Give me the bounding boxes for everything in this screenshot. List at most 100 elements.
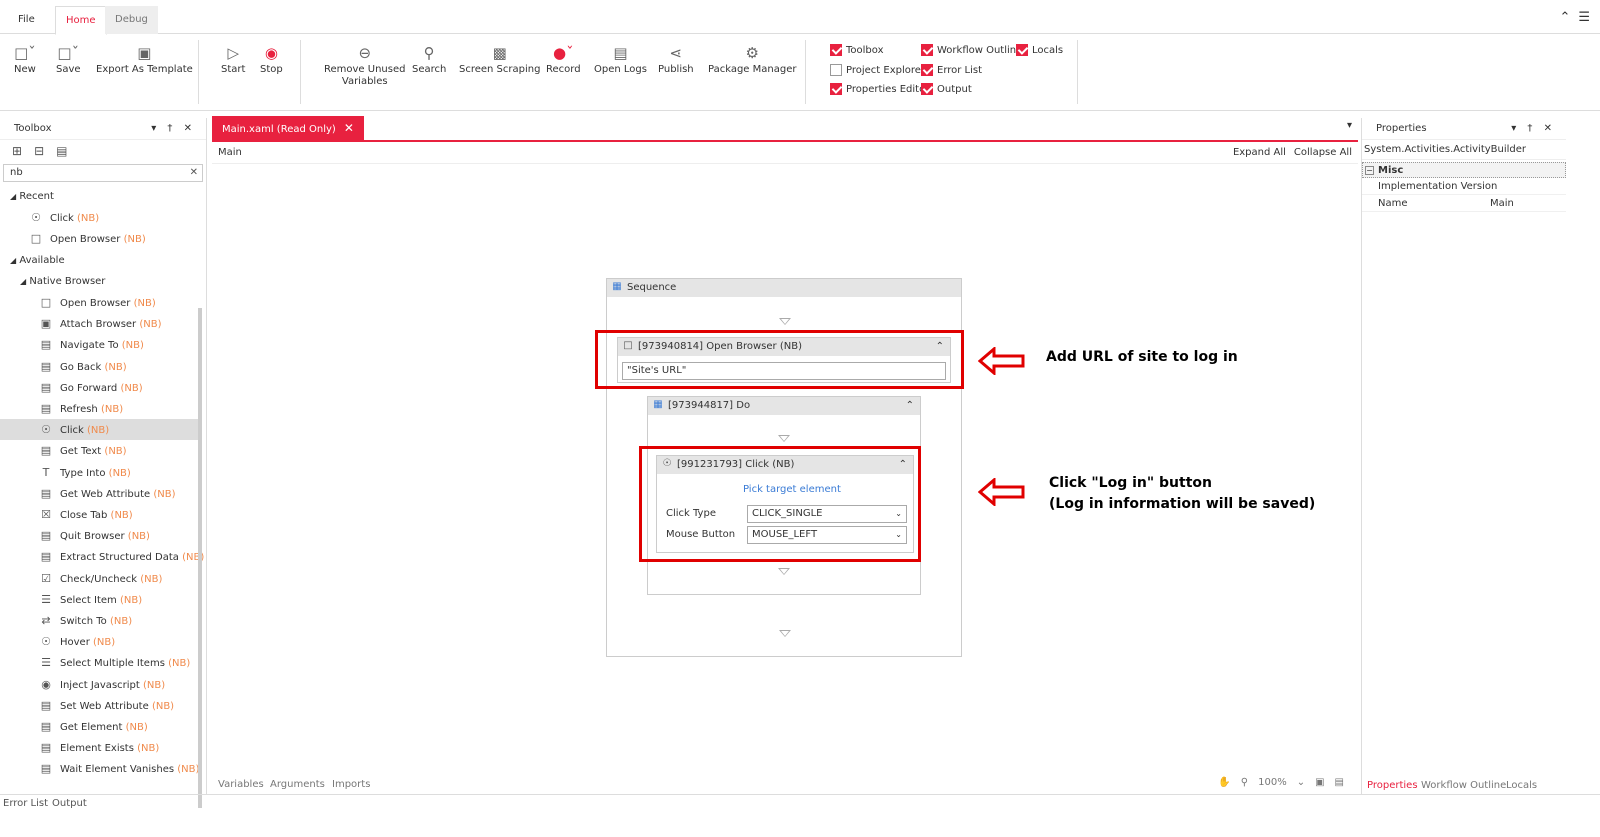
annotation-click-1: Click "Log in" button [1049, 475, 1212, 491]
toolbox-item[interactable]: ▤ Set Web Attribute (NB) [0, 695, 198, 716]
expand-triangle-icon[interactable]: ◢ [10, 256, 16, 265]
tab-main-xaml[interactable]: Main.xaml (Read Only) ✕ [212, 116, 364, 140]
collapse-ribbon-icon[interactable]: ⌃ [1559, 10, 1570, 25]
activity-icon: ☉ [31, 211, 41, 225]
output-tab[interactable]: Output [52, 798, 87, 809]
property-row[interactable]: Name Main [1362, 195, 1566, 212]
toolbox-item[interactable]: ▤ Go Forward (NB) [0, 377, 198, 398]
toolbox-item[interactable]: ⇄ Switch To (NB) [0, 610, 198, 631]
activity-icon: ☒ [41, 508, 51, 521]
new-button[interactable]: □ˇ New [14, 42, 36, 76]
clear-search-icon[interactable]: ✕ [190, 165, 198, 181]
do-header: ▦ [973944817] Do ⌃ [648, 397, 920, 415]
expand-triangle-icon[interactable]: ◢ [10, 192, 16, 201]
activity-icon: ▤ [40, 529, 52, 543]
publish-button[interactable]: ⋖ Publish [658, 42, 694, 76]
toolbox-item[interactable]: ▣ Attach Browser (NB) [0, 313, 198, 334]
tab-properties[interactable]: Properties [1367, 780, 1418, 791]
tab-workflow-outline[interactable]: Workflow Outline [1421, 780, 1506, 791]
search-button[interactable]: ⚲ Search [412, 42, 446, 76]
screen-scraping-button[interactable]: ▩ Screen Scraping [459, 42, 540, 76]
save-button[interactable]: □ˇ Save [56, 42, 81, 76]
toolbox-item[interactable]: ▤ Wait Element Vanishes (NB) [0, 758, 200, 779]
designer-bottom-bar: Variables Arguments Imports ✋ ⚲ 100% ⌄ ▣… [212, 777, 1358, 794]
properties-editor-checkbox[interactable]: Properties Editor [830, 83, 929, 95]
close-tab-icon[interactable]: ✕ [344, 121, 354, 135]
toolbox-checkbox[interactable]: Toolbox [830, 44, 884, 56]
pan-hand-icon[interactable]: ✋ [1218, 777, 1230, 788]
toolbox-item[interactable]: □ Open Browser (NB) [0, 228, 198, 249]
feedback-icon[interactable]: ☰ [1578, 10, 1590, 25]
imports-tab[interactable]: Imports [332, 779, 370, 790]
tab-menu-icon[interactable]: ▾ [1347, 120, 1352, 131]
tree-group-available[interactable]: ◢ Available [0, 250, 198, 271]
toolbox-item[interactable]: ▤ Get Element (NB) [0, 716, 198, 737]
list-view-icon[interactable]: ▤ [56, 144, 67, 158]
annotation-box-url [595, 330, 964, 389]
panel-controls[interactable]: ▾ † ✕ [1511, 118, 1556, 140]
start-button[interactable]: ▷ Start [221, 42, 245, 76]
toolbox-item[interactable]: ☰ Select Multiple Items (NB) [0, 652, 198, 673]
remove-unused-variables-button[interactable]: ⊖ Remove Unused Variables [324, 42, 405, 88]
error-list-tab[interactable]: Error List [3, 798, 48, 809]
tree-group-recent[interactable]: ◢ Recent [0, 186, 198, 207]
breadcrumb[interactable]: Main [218, 147, 242, 158]
activity-icon: ☰ [41, 656, 51, 670]
zoom-controls: ✋ ⚲ 100% ⌄ ▣ ▤ [1218, 777, 1344, 788]
locals-checkbox[interactable]: Locals [1016, 44, 1063, 56]
misc-category[interactable]: − Misc [1362, 162, 1566, 178]
checkbox-checked-icon [921, 64, 933, 76]
toolbox-item[interactable]: ▤ Navigate To (NB) [0, 334, 198, 355]
toolbox-item[interactable]: ▤ Quit Browser (NB) [0, 525, 198, 546]
panel-controls[interactable]: ▾ † ✕ [151, 118, 196, 140]
toolbox-item[interactable]: ☉ Hover (NB) [0, 631, 198, 652]
toolbox-item[interactable]: ☑ Check/Uncheck (NB) [0, 568, 198, 589]
workflow-canvas: ▦ Sequence □ [973940814] Open Browser (NB)… [212, 165, 1358, 777]
toolbox-item[interactable]: ☒ Close Tab (NB) [0, 504, 198, 525]
menu-file[interactable]: File [8, 6, 45, 34]
play-icon: ▷ [227, 44, 239, 62]
export-template-button[interactable]: ▣ Export As Template [96, 42, 193, 76]
chevron-down-icon[interactable]: ⌄ [1297, 777, 1305, 788]
output-checkbox[interactable]: Output [921, 83, 972, 95]
arguments-tab[interactable]: Arguments [270, 779, 325, 790]
toolbox-item[interactable]: □ Open Browser (NB) [0, 292, 198, 313]
toolbox-item[interactable]: ☰ Select Item (NB) [0, 589, 198, 610]
project-explorer-checkbox[interactable]: Project Explorer [830, 64, 925, 76]
toolbox-item[interactable]: ▤ Extract Structured Data (NB) [0, 546, 204, 567]
toolbox-search-input[interactable]: nb ✕ [3, 164, 203, 182]
collapse-all-link[interactable]: Collapse All [1294, 147, 1352, 158]
expand-all-icon[interactable]: ⊞ [12, 144, 22, 158]
error-list-checkbox[interactable]: Error List [921, 64, 982, 76]
toolbox-item[interactable]: ▤ Go Back (NB) [0, 356, 198, 377]
toolbox-item[interactable]: ☉ Click (NB) [0, 207, 198, 228]
tab-locals[interactable]: Locals [1506, 780, 1537, 791]
collapse-icon[interactable]: ⌃ [906, 397, 914, 415]
record-button[interactable]: ●ˇ Record [546, 42, 581, 76]
toolbox-item[interactable]: ▤ Refresh (NB) [0, 398, 198, 419]
toolbox-item[interactable]: T Type Into (NB) [0, 462, 198, 483]
toolbox-item[interactable]: ☉ Click (NB) [0, 419, 198, 441]
toolbox-item[interactable]: ◉ Inject Javascript (NB) [0, 674, 198, 695]
variables-tab[interactable]: Variables [218, 779, 264, 790]
zoom-icon[interactable]: ⚲ [1241, 777, 1248, 788]
open-logs-button[interactable]: ▤ Open Logs [594, 42, 647, 76]
expand-all-link[interactable]: Expand All [1233, 147, 1286, 158]
zoom-level[interactable]: 100% [1258, 777, 1287, 788]
tree-group-native-browser[interactable]: ◢ Native Browser [0, 271, 198, 292]
checkbox-checked-icon [1016, 44, 1028, 56]
workflow-outline-checkbox[interactable]: Workflow Outline [921, 44, 1022, 56]
toolbox-item[interactable]: ▤ Element Exists (NB) [0, 737, 198, 758]
toolbox-scrollbar[interactable] [198, 308, 202, 808]
collapse-all-icon[interactable]: ⊟ [34, 144, 44, 158]
menu-debug[interactable]: Debug [105, 6, 158, 34]
property-row[interactable]: Implementation Version [1362, 178, 1566, 195]
stop-button[interactable]: ◉ Stop [260, 42, 283, 76]
overview-icon[interactable]: ▤ [1335, 777, 1344, 788]
toolbox-item[interactable]: ▤ Get Web Attribute (NB) [0, 483, 198, 504]
fit-screen-icon[interactable]: ▣ [1315, 777, 1324, 788]
menu-home[interactable]: Home [55, 6, 107, 35]
toolbox-item[interactable]: ▤ Get Text (NB) [0, 440, 198, 461]
package-manager-button[interactable]: ⚙ Package Manager [708, 42, 796, 76]
expand-triangle-icon[interactable]: ◢ [20, 277, 26, 286]
